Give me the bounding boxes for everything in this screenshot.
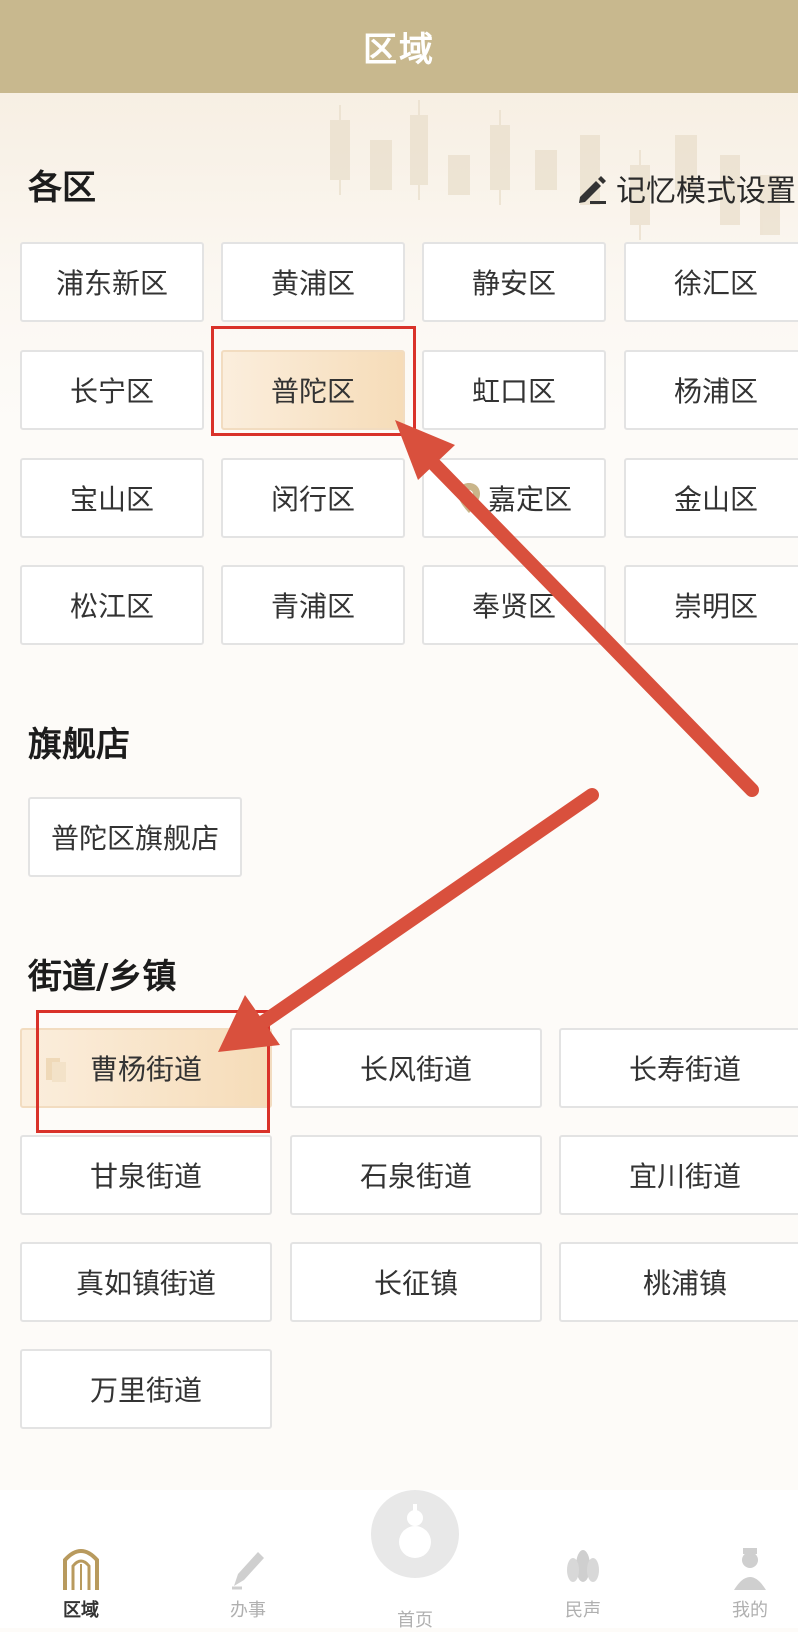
flagship-title: 旗舰店 (28, 725, 130, 765)
street-shiquan[interactable]: 石泉街道 (290, 1135, 542, 1215)
district-jingan[interactable]: 静安区 (422, 242, 606, 322)
top-bar: 区域 (0, 0, 798, 93)
street-ganquan[interactable]: 甘泉街道 (20, 1135, 272, 1215)
district-qingpu[interactable]: 青浦区 (221, 565, 405, 645)
district-minhang[interactable]: 闵行区 (221, 458, 405, 538)
district-huangpu[interactable]: 黄浦区 (221, 242, 405, 322)
district-putuo[interactable]: 普陀区 (221, 350, 405, 430)
bottom-nav: 区域 办事 首页 民声 我的 (0, 1490, 798, 1631)
flower-icon (567, 1550, 599, 1582)
person-icon (734, 1548, 766, 1590)
nav-voice[interactable]: 民声 (528, 1546, 638, 1622)
page-title: 区域 (363, 30, 435, 70)
district-jiading-label: 嘉定区 (487, 483, 572, 516)
district-pudong[interactable]: 浦东新区 (20, 242, 204, 322)
nav-services[interactable]: 办事 (193, 1546, 303, 1622)
district-hongkou[interactable]: 虹口区 (422, 350, 606, 430)
districts-title: 各区 (28, 168, 96, 208)
gate-icon (63, 1549, 99, 1590)
street-changshou[interactable]: 长寿街道 (559, 1028, 798, 1108)
district-xuhui[interactable]: 徐汇区 (624, 242, 798, 322)
nav-region-label: 区域 (63, 1600, 99, 1621)
street-zhenru[interactable]: 真如镇街道 (20, 1242, 272, 1322)
nav-region[interactable]: 区域 (26, 1546, 136, 1622)
nav-mine-label: 我的 (732, 1600, 768, 1621)
street-wanli[interactable]: 万里街道 (20, 1349, 272, 1429)
district-jinshan[interactable]: 金山区 (624, 458, 798, 538)
memory-mode-setting[interactable]: 记忆模式设置 (574, 166, 796, 210)
street-changfeng[interactable]: 长风街道 (290, 1028, 542, 1108)
location-pin-icon (457, 483, 480, 513)
pen-icon (232, 1552, 264, 1590)
street-caoyang-label: 曹杨街道 (89, 1053, 202, 1086)
district-changning[interactable]: 长宁区 (20, 350, 204, 430)
document-icon (46, 1058, 66, 1082)
street-taopu[interactable]: 桃浦镇 (559, 1242, 798, 1322)
district-jiading[interactable]: 嘉定区 (422, 458, 606, 538)
street-changzheng[interactable]: 长征镇 (290, 1242, 542, 1322)
district-songjiang[interactable]: 松江区 (20, 565, 204, 645)
nav-mine[interactable]: 我的 (695, 1546, 798, 1622)
district-fengxian[interactable]: 奉贤区 (422, 565, 606, 645)
nav-services-label: 办事 (230, 1600, 266, 1621)
nav-voice-label: 民声 (565, 1600, 601, 1621)
street-yichuan[interactable]: 宜川街道 (559, 1135, 798, 1215)
district-yangpu[interactable]: 杨浦区 (624, 350, 798, 430)
flagship-putuo[interactable]: 普陀区旗舰店 (28, 797, 242, 877)
nav-home-label: 首页 (397, 1610, 433, 1631)
streets-title: 街道/乡镇 (28, 957, 177, 997)
district-chongming[interactable]: 崇明区 (624, 565, 798, 645)
district-baoshan[interactable]: 宝山区 (20, 458, 204, 538)
memory-mode-label: 记忆模式设置 (616, 174, 796, 209)
nav-home-button[interactable] (371, 1490, 459, 1578)
street-caoyang[interactable]: 曹杨街道 (20, 1028, 272, 1108)
edit-icon (579, 176, 606, 204)
gourd-icon (399, 1504, 431, 1558)
